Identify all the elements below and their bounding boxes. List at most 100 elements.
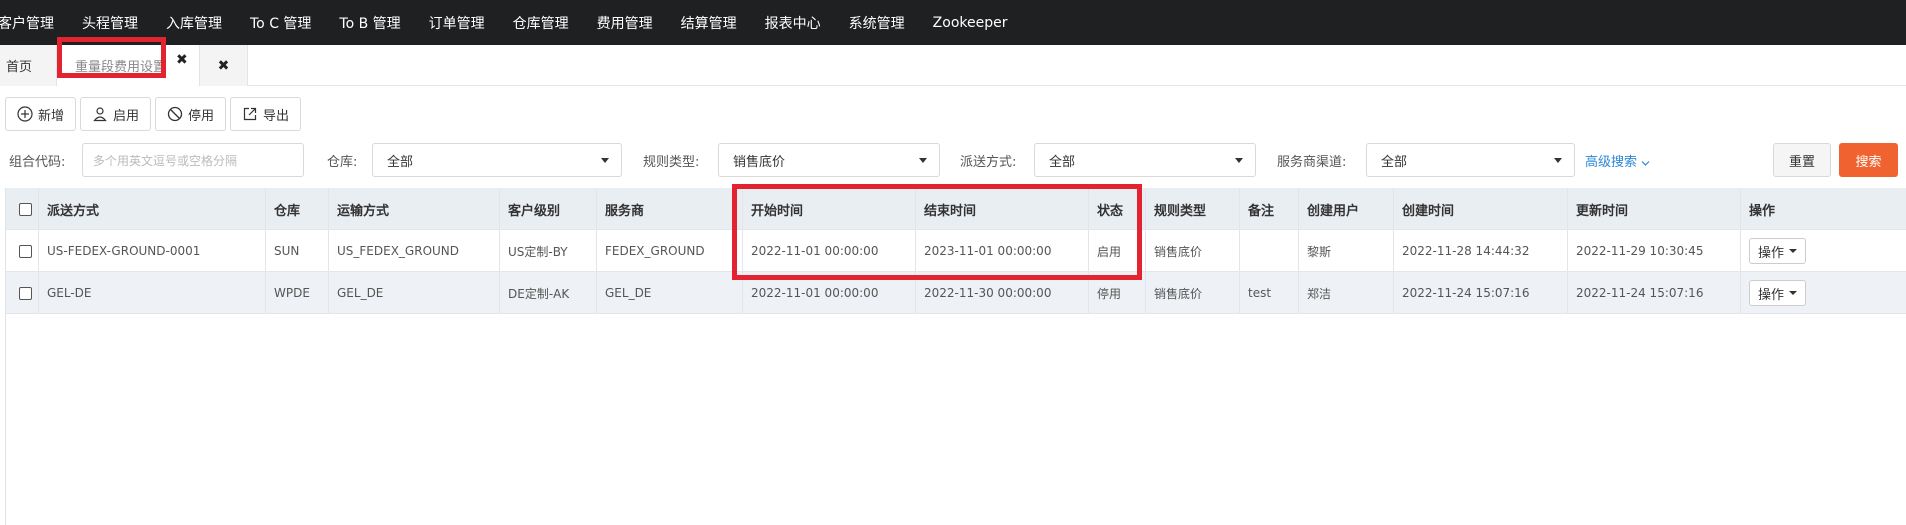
- nav-item-reports[interactable]: 报表中心: [765, 13, 821, 33]
- cell-customer-level: DE定制-AK: [499, 272, 596, 314]
- nav-item-system[interactable]: 系统管理: [849, 13, 905, 33]
- nav-item-inbound[interactable]: 入库管理: [166, 13, 222, 33]
- col-customer-level[interactable]: 客户级别: [499, 188, 596, 230]
- nav-item-warehouse[interactable]: 仓库管理: [513, 13, 569, 33]
- row-checkbox[interactable]: [19, 286, 32, 300]
- toolbar: 新增 启用 停用 导出: [5, 97, 302, 131]
- close-icon: ✖: [217, 57, 230, 74]
- enable-button-label: 启用: [113, 108, 140, 124]
- plus-circle-icon: [17, 106, 33, 122]
- cell-delivery-method: US-FEDEX-GROUND-0001: [38, 230, 265, 272]
- table-row[interactable]: GEL-DE WPDE GEL_DE DE定制-AK GEL_DE 2022-1…: [6, 272, 1906, 314]
- col-start-time[interactable]: 开始时间: [742, 188, 915, 230]
- col-service-provider[interactable]: 服务商: [596, 188, 742, 230]
- close-icon[interactable]: ✖: [176, 52, 188, 68]
- col-status[interactable]: 状态: [1088, 188, 1145, 230]
- search-button[interactable]: 搜索: [1839, 143, 1898, 177]
- disable-button-label: 停用: [188, 108, 215, 124]
- cell-end-time: 2022-11-30 00:00:00: [915, 272, 1088, 314]
- row-action-dropdown[interactable]: 操作: [1749, 238, 1807, 264]
- reset-button[interactable]: 重置: [1773, 143, 1831, 177]
- col-transport-method[interactable]: 运输方式: [328, 188, 499, 230]
- add-button[interactable]: 新增: [5, 97, 77, 131]
- cell-created-time: 2022-11-28 14:44:32: [1393, 230, 1567, 272]
- combo-code-label: 组合代码:: [9, 155, 66, 170]
- delivery-method-label: 派送方式:: [960, 155, 1017, 170]
- cell-actions: 操作: [1740, 230, 1906, 272]
- nav-item-to-c[interactable]: To C 管理: [250, 13, 311, 33]
- cell-customer-level: US定制-BY: [499, 230, 596, 272]
- tab-home[interactable]: 首页: [0, 45, 57, 86]
- cell-updated-time: 2022-11-24 15:07:16: [1567, 272, 1740, 314]
- row-action-dropdown[interactable]: 操作: [1749, 280, 1807, 306]
- combo-code-input[interactable]: 多个用英文逗号或空格分隔: [82, 143, 304, 177]
- col-end-time[interactable]: 结束时间: [915, 188, 1088, 230]
- export-icon: [243, 107, 257, 121]
- add-button-label: 新增: [38, 108, 65, 124]
- cell-remark: test: [1239, 272, 1298, 314]
- tab-label: 重量段费用设置: [75, 60, 167, 75]
- combo-code-placeholder: 多个用英文逗号或空格分隔: [93, 153, 238, 168]
- nav-item-orders[interactable]: 订单管理: [429, 13, 485, 33]
- cell-end-time: 2023-11-01 00:00:00: [915, 230, 1088, 272]
- row-action-label: 操作: [1758, 245, 1785, 261]
- caret-down-icon: [1789, 249, 1798, 253]
- export-button[interactable]: 导出: [230, 97, 302, 131]
- col-updated-time[interactable]: 更新时间: [1567, 188, 1740, 230]
- cell-transport-method: GEL_DE: [328, 272, 499, 314]
- top-navigation: 客户管理 头程管理 入库管理 To C 管理 To B 管理 订单管理 仓库管理…: [0, 0, 1906, 45]
- tab-strip: 首页 重量段费用设置 ✖ ✖: [0, 37, 1906, 86]
- col-created-time[interactable]: 创建时间: [1393, 188, 1567, 230]
- table-row[interactable]: US-FEDEX-GROUND-0001 SUN US_FEDEX_GROUND…: [6, 230, 1906, 272]
- close-all-tabs-button[interactable]: ✖: [200, 45, 248, 86]
- cell-delivery-method: GEL-DE: [38, 272, 265, 314]
- nav-item-fees[interactable]: 费用管理: [597, 13, 653, 33]
- export-button-label: 导出: [263, 108, 290, 124]
- rule-type-label: 规则类型:: [643, 155, 700, 170]
- cell-status: 停用: [1088, 272, 1145, 314]
- cell-creator: 黎斯: [1298, 230, 1393, 272]
- rule-type-select[interactable]: 销售底价: [718, 143, 940, 177]
- col-creator[interactable]: 创建用户: [1298, 188, 1393, 230]
- cell-service-provider: GEL_DE: [596, 272, 742, 314]
- row-select-cell: [6, 272, 38, 314]
- cell-start-time: 2022-11-01 00:00:00: [742, 230, 915, 272]
- disable-button[interactable]: 停用: [155, 97, 227, 131]
- cell-status: 启用: [1088, 230, 1145, 272]
- nav-item-settlement[interactable]: 结算管理: [681, 13, 737, 33]
- delivery-method-select[interactable]: 全部: [1034, 143, 1256, 177]
- cell-warehouse: WPDE: [265, 272, 328, 314]
- nav-item-first-leg[interactable]: 头程管理: [82, 13, 138, 33]
- delivery-method-select-value: 全部: [1049, 154, 1076, 170]
- row-checkbox[interactable]: [19, 244, 32, 258]
- advanced-search-link[interactable]: 高级搜索: [1585, 151, 1650, 170]
- cell-rule-type: 销售底价: [1145, 272, 1239, 314]
- cell-created-time: 2022-11-24 15:07:16: [1393, 272, 1567, 314]
- cell-start-time: 2022-11-01 00:00:00: [742, 272, 915, 314]
- cell-warehouse: SUN: [265, 230, 328, 272]
- col-remark[interactable]: 备注: [1239, 188, 1298, 230]
- warehouse-select[interactable]: 全部: [372, 143, 622, 177]
- caret-down-icon: [601, 158, 609, 163]
- channel-select[interactable]: 全部: [1366, 143, 1575, 177]
- col-delivery-method[interactable]: 派送方式: [38, 188, 265, 230]
- select-all-checkbox[interactable]: [19, 202, 32, 216]
- nav-item-zookeeper[interactable]: Zookeeper: [933, 15, 1008, 31]
- data-table: 派送方式 仓库 运输方式 客户级别 服务商 开始时间 结束时间 状态 规则类型 …: [5, 184, 1906, 525]
- cell-actions: 操作: [1740, 272, 1906, 314]
- channel-label: 服务商渠道:: [1277, 155, 1347, 170]
- row-action-label: 操作: [1758, 287, 1785, 303]
- caret-down-icon: [1554, 158, 1562, 163]
- cell-transport-method: US_FEDEX_GROUND: [328, 230, 499, 272]
- select-all-cell: [6, 188, 38, 230]
- col-warehouse[interactable]: 仓库: [265, 188, 328, 230]
- cell-remark: [1239, 230, 1298, 272]
- enable-button[interactable]: 启用: [80, 97, 152, 131]
- nav-item-to-b[interactable]: To B 管理: [339, 13, 400, 33]
- nav-item-customer[interactable]: 客户管理: [0, 13, 54, 33]
- col-rule-type[interactable]: 规则类型: [1145, 188, 1239, 230]
- cell-creator: 郑洁: [1298, 272, 1393, 314]
- cell-service-provider: FEDEX_GROUND: [596, 230, 742, 272]
- caret-down-icon: [1235, 158, 1243, 163]
- caret-down-icon: [1789, 291, 1798, 295]
